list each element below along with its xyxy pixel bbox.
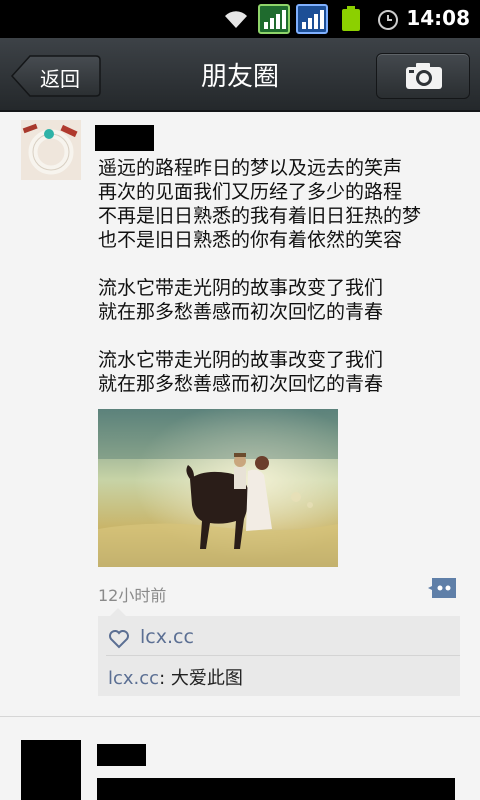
post-line-blank (98, 252, 468, 276)
title-bar: 返回 朋友圈 (0, 38, 480, 112)
post-line: 流水它带走光阴的故事改变了我们 (98, 349, 384, 371)
author-name-redacted[interactable] (95, 125, 154, 151)
post-timestamp: 12小时前 (98, 586, 167, 605)
post-divider (0, 716, 480, 717)
camera-button[interactable] (376, 53, 470, 99)
likes-comments-box: lcx.cc lcx.cc: 大爱此图 (98, 608, 460, 696)
status-bar: 14:08 (0, 0, 480, 38)
post-line: 也不是旧日熟悉的你有着依然的笑容 (98, 229, 403, 251)
avatar[interactable] (21, 120, 81, 180)
post-line: 就在那多愁善感而初次回忆的青春 (98, 301, 384, 323)
camera-icon (406, 63, 442, 89)
post-line: 不再是旧日熟悉的我有着旧日狂热的梦 (98, 205, 422, 227)
heart-icon (109, 630, 129, 649)
post-text: 遥远的路程昨日的梦以及远去的笑声 再次的见面我们又历经了多少的路程 不再是旧日熟… (98, 156, 468, 396)
comment-icon[interactable] (428, 576, 458, 600)
alarm-icon (378, 10, 398, 30)
divider (106, 655, 460, 656)
wifi-icon (225, 11, 247, 28)
post-line: 流水它带走光阴的故事改变了我们 (98, 277, 384, 299)
comment-separator: : (159, 668, 171, 689)
moment-post: 遥远的路程昨日的梦以及远去的笑声 再次的见面我们又历经了多少的路程 不再是旧日熟… (0, 112, 480, 718)
post-photo[interactable] (98, 409, 338, 567)
post-line: 遥远的路程昨日的梦以及远去的笑声 (98, 157, 403, 179)
couple-with-horse-image (98, 409, 338, 567)
comment-text: 大爱此图 (170, 668, 243, 689)
signal-icon (258, 4, 290, 34)
bracelet-photo (21, 120, 81, 180)
battery-icon (342, 6, 360, 31)
post-line: 就在那多愁善感而初次回忆的青春 (98, 373, 384, 395)
moment-post (0, 718, 480, 800)
status-time: 14:08 (406, 6, 470, 30)
post-line: 再次的见面我们又历经了多少的路程 (98, 181, 403, 203)
comment: lcx.cc: 大爱此图 (108, 664, 243, 690)
liker-name[interactable]: lcx.cc (140, 626, 194, 648)
commenter-name[interactable]: lcx.cc (108, 668, 159, 689)
signal-icon (296, 4, 328, 34)
author-name-redacted[interactable] (97, 744, 146, 766)
avatar-redacted[interactable] (21, 740, 81, 800)
post-line-blank (98, 324, 468, 348)
post-text-redacted (97, 778, 455, 800)
